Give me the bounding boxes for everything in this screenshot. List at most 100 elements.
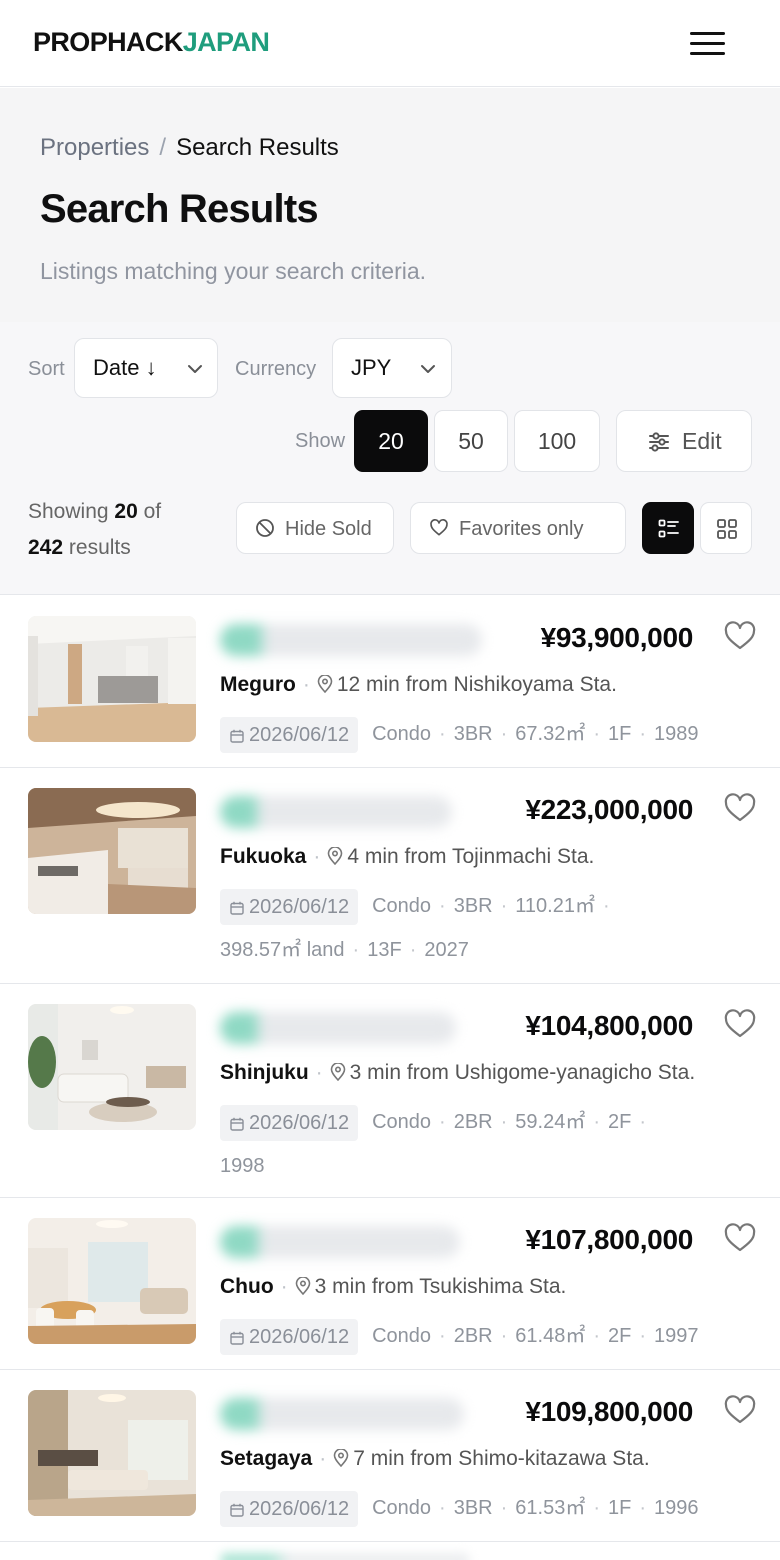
hide-sold-toggle[interactable]: Hide Sold <box>236 502 394 554</box>
map-pin-icon <box>330 1063 345 1081</box>
listing-photo[interactable] <box>28 788 196 914</box>
brand-logo-part1: PROPHACK <box>33 27 183 57</box>
ban-icon <box>256 519 274 537</box>
listing-station: 12 min from Nishikoyama Sta. <box>336 673 617 696</box>
brand-logo[interactable]: PROPHACKJAPAN <box>33 26 270 58</box>
list-view-button[interactable] <box>642 502 694 554</box>
listing-ward: Fukuoka <box>220 845 307 868</box>
listing-date: 2026/06/12 <box>249 723 350 746</box>
listing-card[interactable]: ¥107,800,000 Chuo · 3 min from Tsukishima … <box>0 1198 780 1370</box>
listing-photo[interactable] <box>28 616 196 742</box>
listing-title-blurred <box>220 624 482 656</box>
listing-floor: 2F <box>608 1325 632 1347</box>
listing-date: 2026/06/12 <box>249 895 350 918</box>
listing-price: ¥223,000,000 <box>525 794 693 825</box>
breadcrumb-current: Search Results <box>176 134 339 161</box>
listing-land: 398.57㎡ land <box>220 939 345 961</box>
listing-bedrooms: 3BR <box>453 895 493 917</box>
listing-card[interactable]: ¥223,000,000 Fukuoka · 4 min from Tojinmac… <box>0 768 780 984</box>
listing-card[interactable]: ¥93,900,000 Meguro · 12 min from Nishikoya… <box>0 596 780 768</box>
listing-station: 3 min from Ushigome-yanagicho Sta. <box>349 1061 696 1084</box>
listing-ward: Setagaya <box>220 1447 313 1470</box>
listing-type: Condo <box>372 1325 432 1347</box>
listing-year: 1998 <box>220 1155 265 1177</box>
results-of-word: of <box>143 500 162 523</box>
breadcrumb-link-properties[interactable]: Properties <box>40 134 149 161</box>
calendar-icon <box>230 1117 244 1131</box>
listing-price: ¥109,800,000 <box>525 1396 693 1427</box>
favorite-heart-icon[interactable] <box>723 1008 757 1040</box>
listing-details: 2026/06/12 Condo · 3BR · 67.32㎡ · 1F · 1989 <box>220 712 760 756</box>
favorite-heart-icon[interactable] <box>723 1222 757 1254</box>
listing-photo[interactable] <box>28 1004 196 1130</box>
map-pin-icon <box>333 1449 349 1467</box>
favorite-heart-icon[interactable] <box>723 1394 757 1426</box>
listing-ward: Chuo <box>220 1275 274 1298</box>
listing-location: Setagaya · 7 min from Shimo-kitazawa Sta. <box>220 1447 650 1470</box>
page-size-100-button[interactable]: 100 <box>514 410 600 472</box>
page-size-50-button[interactable]: 50 <box>434 410 508 472</box>
grid-view-icon <box>717 519 737 539</box>
list-view-icon <box>658 519 679 538</box>
favorites-only-toggle[interactable]: Favorites only <box>410 502 626 554</box>
results-total: 242 <box>28 536 64 559</box>
sliders-icon <box>649 432 669 452</box>
listing-title-blurred <box>220 1012 456 1044</box>
listing-details: 2026/06/12 Condo · 2BR · 61.48㎡ · 2F · 1997 <box>220 1314 760 1358</box>
listing-year: 1997 <box>654 1325 699 1347</box>
hamburger-menu-icon[interactable] <box>690 31 726 57</box>
listing-area: 59.24㎡ <box>515 1111 586 1133</box>
listing-location: Chuo · 3 min from Tsukishima Sta. <box>220 1275 567 1298</box>
listing-price: ¥107,800,000 <box>525 1224 693 1255</box>
listing-year: 1989 <box>654 723 699 745</box>
listing-date-chip: 2026/06/12 <box>220 1318 359 1355</box>
listing-area: 110.21㎡ <box>515 895 595 917</box>
listing-type: Condo <box>372 1497 432 1519</box>
results-showing-prefix: Showing <box>28 500 109 523</box>
map-pin-icon <box>295 1277 310 1295</box>
listing-floor: 13F <box>367 939 402 961</box>
listing-title-blurred <box>220 1398 464 1430</box>
listing-year: 2027 <box>424 939 469 961</box>
listing-bedrooms: 3BR <box>453 723 493 745</box>
map-pin-icon <box>328 847 343 865</box>
top-nav-bar: PROPHACKJAPAN <box>0 0 780 87</box>
page-title: Search Results <box>40 187 319 231</box>
sort-select-value: Date ↓ <box>93 355 157 380</box>
calendar-icon <box>230 1331 244 1345</box>
listing-type: Condo <box>372 723 432 745</box>
results-word: results <box>68 536 131 559</box>
listing-card[interactable]: ¥104,800,000 Shinjuku · 3 min from Ushigom… <box>0 984 780 1198</box>
listing-floor: 1F <box>608 723 632 745</box>
page-header-section: Properties / Search Results Search Results… <box>0 88 780 322</box>
listing-photo[interactable] <box>28 1218 196 1344</box>
hide-sold-label: Hide Sold <box>285 518 372 540</box>
listing-bedrooms: 2BR <box>453 1325 493 1347</box>
listing-location: Shinjuku · 3 min from Ushigome-yanagicho S… <box>220 1061 696 1084</box>
sort-select[interactable]: Date ↓ <box>74 338 218 398</box>
chevron-down-icon <box>421 365 435 373</box>
results-count: Showing 20 of 242 results <box>28 494 218 566</box>
listing-area: 61.48㎡ <box>515 1325 586 1347</box>
listing-floor: 2F <box>608 1111 632 1133</box>
heart-icon <box>430 519 448 536</box>
listing-station: 3 min from Tsukishima Sta. <box>314 1275 567 1298</box>
listing-floor: 1F <box>608 1497 632 1519</box>
edit-filters-label: Edit <box>682 428 722 454</box>
listing-price: ¥93,900,000 <box>540 622 694 653</box>
favorite-heart-icon[interactable] <box>723 620 757 652</box>
listing-photo[interactable] <box>28 1390 196 1516</box>
grid-view-button[interactable] <box>700 502 752 554</box>
currency-select[interactable]: JPY <box>332 338 452 398</box>
edit-filters-button[interactable]: Edit <box>616 410 752 472</box>
results-toolbar: Sort Date ↓ Currency JPY Show 20 50 100 … <box>0 322 780 595</box>
listing-details: 2026/06/12 Condo · 2BR · 59.24㎡ · 2F · 1998 <box>220 1100 760 1188</box>
listing-date-chip: 2026/06/12 <box>220 888 359 925</box>
listing-card[interactable]: ¥109,800,000 Setagaya · 7 min from Shimo-k… <box>0 1370 780 1542</box>
currency-select-value: JPY <box>351 355 392 380</box>
favorite-heart-icon[interactable] <box>723 792 757 824</box>
results-shown-count: 20 <box>114 500 138 523</box>
map-pin-icon <box>317 675 333 693</box>
favorites-only-label: Favorites only <box>459 518 584 540</box>
page-size-20-button[interactable]: 20 <box>354 410 428 472</box>
